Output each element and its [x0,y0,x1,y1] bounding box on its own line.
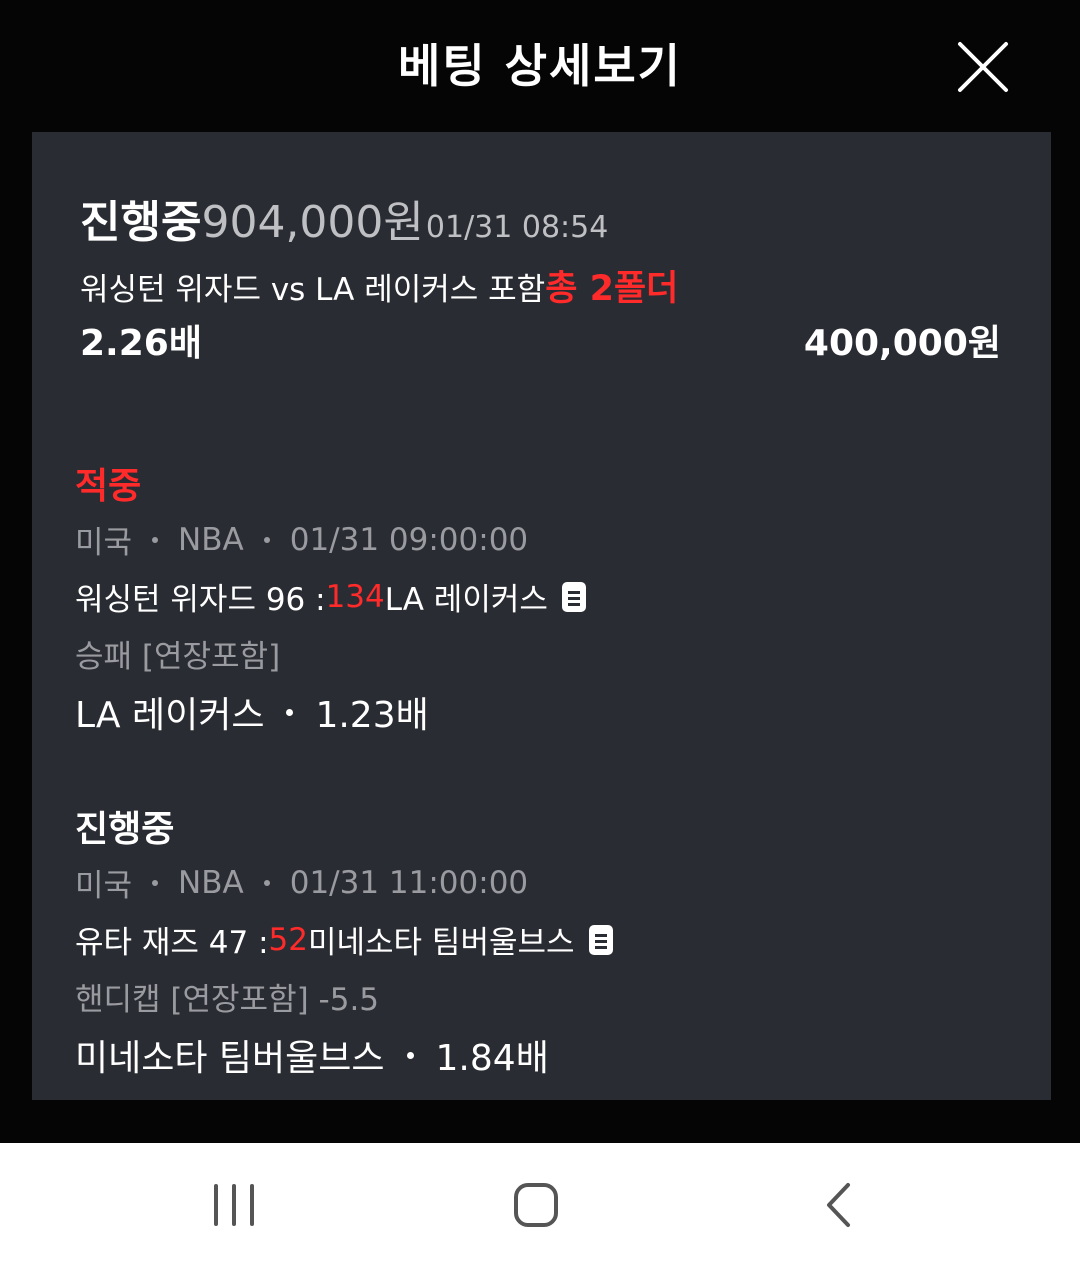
bet-summary-match: 워싱턴 위자드 vs LA 레이커스 포함 총 2폴더 [80,260,678,311]
away-team: 미네소타 팀버울브스 [308,925,575,961]
bet-status: 진행중 [80,197,202,248]
away-score: 52 [268,921,308,958]
close-icon [958,42,1008,92]
separator-dot [286,708,294,716]
bet-market: 승패 [연장포함] [75,639,281,675]
country: 미국 [75,525,133,561]
betting-detail-screen: 베팅 상세보기 진행중 904,000원 01/31 08:54 워싱턴 위자드… [0,0,1080,1268]
recent-apps-icon [214,1184,254,1226]
away-score: 134 [325,578,385,615]
back-icon [827,1183,850,1227]
bet-item: 적중 미국 NBA 01/31 09:00:00 워싱턴 위자드 96 : 13… [75,457,1015,738]
document-icon[interactable] [561,581,586,612]
home-button[interactable] [506,1175,566,1235]
bet-item-status: 진행중 [75,809,175,850]
game-datetime: 01/31 11:00:00 [289,864,529,901]
bet-item-score: 유타 재즈 47 : 52 미네소타 팀버울브스 [75,917,1015,962]
recent-apps-button[interactable] [204,1175,264,1235]
home-team-score: 워싱턴 위자드 96 : [75,582,326,618]
league: NBA [178,521,244,558]
close-button[interactable] [950,34,1016,100]
game-datetime: 01/31 09:00:00 [289,521,529,558]
separator-dot [263,536,270,543]
pick-odds: 1.23배 [315,695,429,736]
away-team: LA 레이커스 [384,582,548,618]
bet-item-meta: 미국 NBA 01/31 09:00:00 [75,517,1015,562]
match-description: 워싱턴 위자드 vs LA 레이커스 포함 [80,272,546,308]
bet-item-meta: 미국 NBA 01/31 11:00:00 [75,860,1015,905]
pick-odds: 1.84배 [435,1038,549,1079]
document-icon[interactable] [588,924,613,955]
separator-dot [263,879,270,886]
separator-dot [152,536,159,543]
total-folders: 총 2폴더 [545,269,679,309]
country: 미국 [75,868,133,904]
home-team-score: 유타 재즈 47 : [75,925,269,961]
potential-payout: 904,000원 [201,197,424,248]
bet-summary-header: 진행중 904,000원 01/31 08:54 [80,186,608,250]
header-bar: 베팅 상세보기 [0,0,1080,132]
separator-dot [152,879,159,886]
home-icon [514,1183,558,1227]
bet-item: 진행중 미국 NBA 01/31 11:00:00 유타 재즈 47 : 52 … [75,800,1015,1081]
system-navigation-bar [0,1143,1080,1268]
page-title: 베팅 상세보기 [398,39,682,93]
pick-team: 미네소타 팀버울브스 [75,1038,385,1079]
separator-dot [406,1051,414,1059]
pick-team: LA 레이커스 [75,695,265,736]
bet-detail-card: 진행중 904,000원 01/31 08:54 워싱턴 위자드 vs LA 레… [32,132,1051,1100]
bet-market: 핸디캡 [연장포함] -5.5 [75,982,380,1018]
bet-pick: 미네소타 팀버울브스 1.84배 [75,1029,1015,1081]
stake-amount: 400,000원 [803,323,1001,364]
bet-datetime: 01/31 08:54 [425,210,609,245]
total-odds: 2.26배 [80,323,202,364]
bet-item-status: 적중 [75,466,142,507]
bet-item-score: 워싱턴 위자드 96 : 134 LA 레이커스 [75,574,1015,619]
back-button[interactable] [808,1175,868,1235]
league: NBA [178,864,244,901]
bet-pick: LA 레이커스 1.23배 [75,686,1015,738]
